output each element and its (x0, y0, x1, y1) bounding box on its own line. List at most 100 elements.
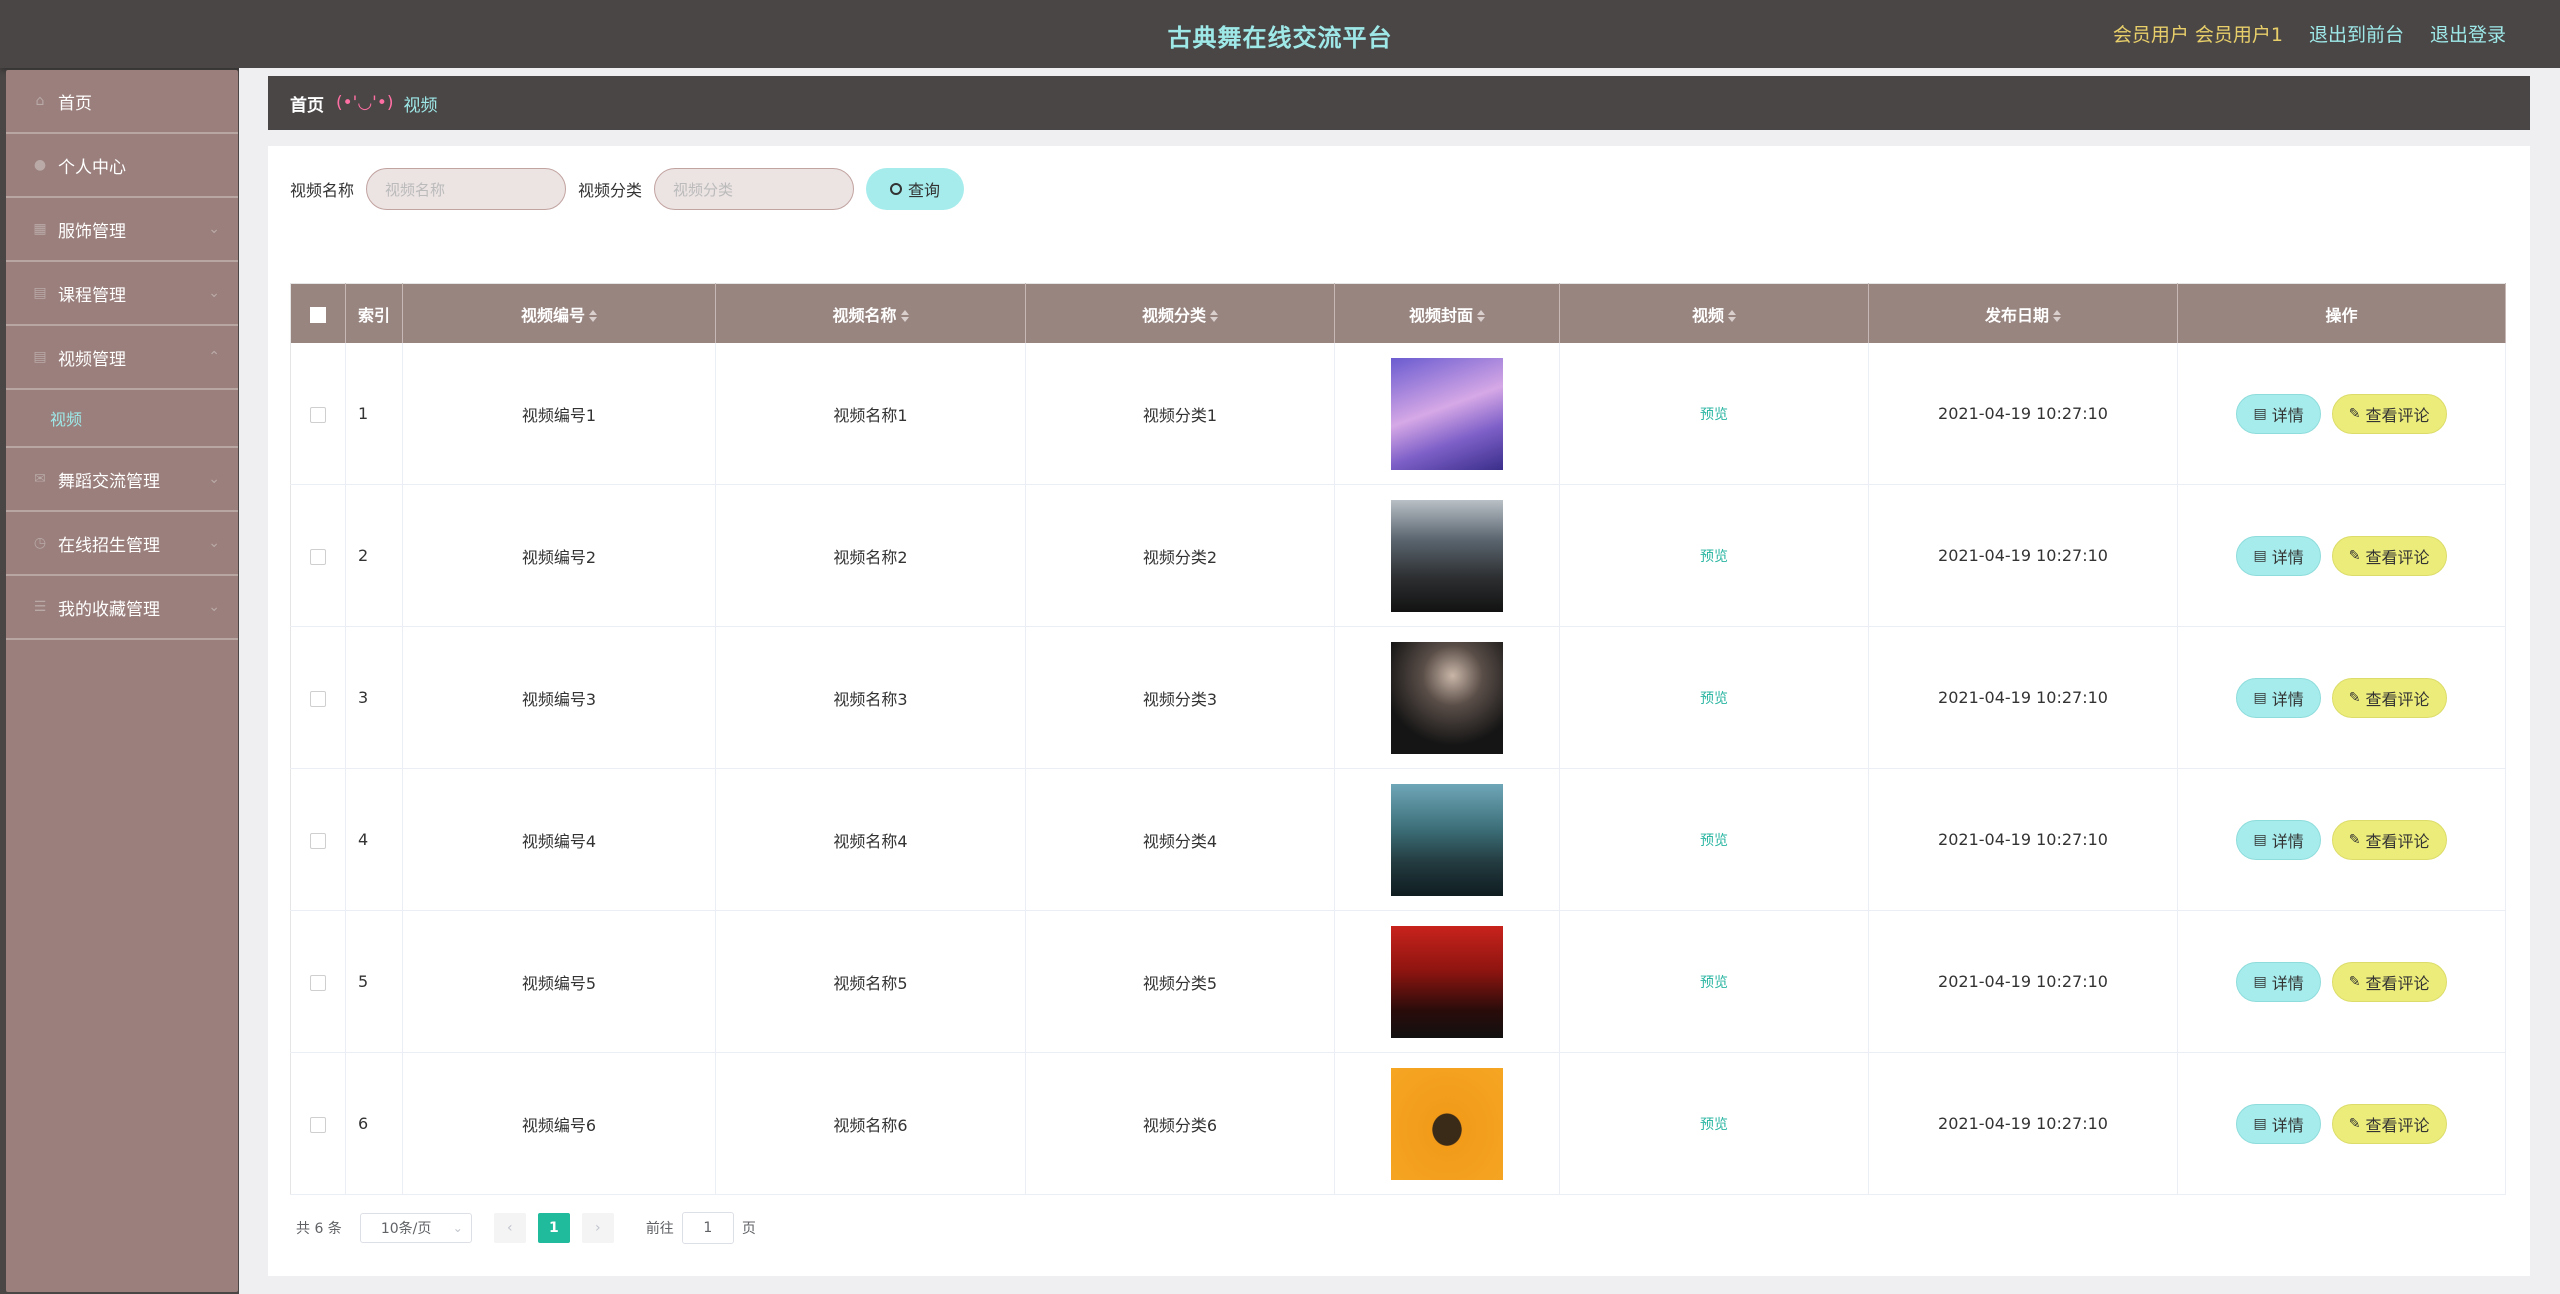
select-all-checkbox[interactable] (310, 306, 326, 323)
breadcrumb-home[interactable]: 首页 (290, 91, 324, 116)
page-size-select[interactable]: 10条/页 ⌄ (359, 1213, 472, 1243)
sidebar-item-dance-exchange[interactable]: ✉ 舞蹈交流管理 ⌄ (6, 448, 238, 512)
sort-icon[interactable] (1210, 309, 1218, 323)
cover-image[interactable] (1391, 1067, 1503, 1180)
row-checkbox[interactable] (310, 406, 326, 423)
cell-actions: ▤ 详情 ✎ 查看评论 (2177, 1052, 2506, 1195)
sidebar-item-enrollment[interactable]: ◷ 在线招生管理 ⌄ (6, 512, 238, 576)
detail-button[interactable]: ▤ 详情 (2236, 1103, 2321, 1144)
column-header-date[interactable]: 发布日期 (1868, 283, 2178, 343)
column-header-code[interactable]: 视频编号 (402, 283, 716, 343)
content-panel: 视频名称 视频名称 视频分类 视频分类 查询 索引 视频编号 视频名称 视频分类… (268, 146, 2530, 1276)
row-checkbox[interactable] (310, 1116, 326, 1133)
preview-link[interactable]: 预览 (1700, 549, 1728, 565)
view-comments-button[interactable]: ✎ 查看评论 (2331, 1103, 2447, 1144)
exit-to-frontend-link[interactable]: 退出到前台 (2309, 20, 2404, 47)
preview-link[interactable]: 预览 (1700, 1117, 1728, 1133)
column-header-name[interactable]: 视频名称 (715, 283, 1026, 343)
view-comments-button[interactable]: ✎ 查看评论 (2331, 535, 2447, 576)
column-header-cover[interactable]: 视频封面 (1334, 283, 1560, 343)
grid-icon: ▦ (33, 221, 47, 237)
chevron-down-icon: ⌄ (208, 285, 220, 301)
row-checkbox[interactable] (310, 974, 326, 991)
sort-icon[interactable] (1477, 309, 1485, 323)
edit-icon: ✎ (2348, 831, 2361, 848)
cell-name: 视频名称1 (715, 343, 1026, 485)
detail-button[interactable]: ▤ 详情 (2236, 677, 2321, 718)
cell-date: 2021-04-19 10:27:10 (1868, 343, 2178, 485)
video-category-input[interactable]: 视频分类 (654, 168, 855, 210)
logout-link[interactable]: 退出登录 (2430, 20, 2506, 47)
view-comments-label: 查看评论 (2365, 973, 2430, 993)
document-icon: ▤ (2253, 547, 2267, 564)
preview-link[interactable]: 预览 (1700, 407, 1728, 423)
edit-icon: ✎ (2348, 547, 2361, 564)
sidebar-item-home[interactable]: ⌂ 首页 (6, 70, 238, 134)
view-comments-button[interactable]: ✎ 查看评论 (2331, 677, 2447, 718)
table-row: 5 视频编号5 视频名称5 视频分类5 预览 2021-04-19 10:27:… (290, 910, 2506, 1053)
sidebar-item-video[interactable]: ▤ 视频管理 ⌃ (6, 326, 238, 390)
detail-button-label: 详情 (2271, 689, 2304, 709)
cell-video: 预览 (1559, 343, 1869, 485)
view-comments-button[interactable]: ✎ 查看评论 (2331, 961, 2447, 1002)
sidebar-item-label: 首页 (58, 93, 92, 114)
column-header-video[interactable]: 视频 (1559, 283, 1869, 343)
total-count: 共 6 条 (296, 1221, 342, 1237)
cell-category: 视频分类3 (1025, 626, 1335, 769)
cover-image[interactable] (1391, 925, 1503, 1038)
detail-button[interactable]: ▤ 详情 (2236, 535, 2321, 576)
top-header: 古典舞在线交流平台 会员用户 会员用户1 退出到前台 退出登录 (0, 0, 2560, 68)
column-header-label: 视频分类 (1141, 305, 1206, 325)
goto-label: 前往 (645, 1221, 674, 1237)
cover-image[interactable] (1391, 357, 1503, 470)
row-checkbox[interactable] (310, 832, 326, 849)
detail-button[interactable]: ▤ 详情 (2236, 961, 2321, 1002)
column-header-category[interactable]: 视频分类 (1025, 283, 1335, 343)
user-name: 会员用户1 (2194, 24, 2283, 46)
row-checkbox[interactable] (310, 690, 326, 707)
cell-actions: ▤ 详情 ✎ 查看评论 (2177, 343, 2506, 485)
row-select (290, 343, 346, 485)
video-name-input[interactable]: 视频名称 (366, 168, 567, 210)
row-checkbox[interactable] (310, 548, 326, 565)
goto-page-input[interactable]: 1 (681, 1212, 734, 1244)
cell-cover (1334, 343, 1560, 485)
view-comments-button[interactable]: ✎ 查看评论 (2331, 819, 2447, 860)
cover-image[interactable] (1391, 641, 1503, 754)
preview-link[interactable]: 预览 (1700, 691, 1728, 707)
cell-code: 视频编号4 (402, 768, 716, 911)
sidebar-item-course[interactable]: ▤ 课程管理 ⌄ (6, 262, 238, 326)
sidebar-item-profile[interactable]: ● 个人中心 (6, 134, 238, 198)
sidebar-item-favorites[interactable]: ☰ 我的收藏管理 ⌄ (6, 576, 238, 640)
sort-icon[interactable] (589, 309, 597, 323)
cover-image[interactable] (1391, 499, 1503, 612)
view-comments-button[interactable]: ✎ 查看评论 (2331, 393, 2447, 434)
preview-link[interactable]: 预览 (1700, 833, 1728, 849)
sidebar-item-label: 舞蹈交流管理 (58, 471, 160, 492)
next-page-button[interactable]: › (581, 1213, 614, 1243)
prev-page-button[interactable]: ‹ (493, 1213, 526, 1243)
user-role: 会员用户 (2112, 24, 2189, 46)
cover-image[interactable] (1391, 783, 1503, 896)
sort-icon[interactable] (900, 309, 909, 323)
detail-button-label: 详情 (2271, 831, 2304, 851)
goto-page: 前往 1 页 (646, 1212, 756, 1244)
sidebar-item-costume[interactable]: ▦ 服饰管理 ⌄ (6, 198, 238, 262)
preview-link[interactable]: 预览 (1700, 975, 1728, 991)
page-number-current[interactable]: 1 (537, 1213, 570, 1243)
sort-icon[interactable] (1728, 309, 1736, 323)
cell-code: 视频编号2 (402, 484, 716, 627)
query-button[interactable]: 查询 (866, 168, 965, 210)
chevron-right-icon: › (595, 1220, 601, 1236)
column-header-label: 视频名称 (832, 305, 897, 325)
detail-button[interactable]: ▤ 详情 (2236, 819, 2321, 860)
view-comments-label: 查看评论 (2365, 405, 2430, 425)
cell-actions: ▤ 详情 ✎ 查看评论 (2177, 910, 2506, 1053)
sidebar-subitem-video[interactable]: 视频 (6, 390, 238, 448)
sidebar-item-label: 视频管理 (58, 349, 126, 370)
home-icon: ⌂ (35, 93, 45, 109)
sort-icon[interactable] (2053, 309, 2061, 323)
detail-button[interactable]: ▤ 详情 (2236, 393, 2321, 434)
page-size-value: 10条/页 (380, 1221, 432, 1237)
row-select (290, 484, 346, 627)
